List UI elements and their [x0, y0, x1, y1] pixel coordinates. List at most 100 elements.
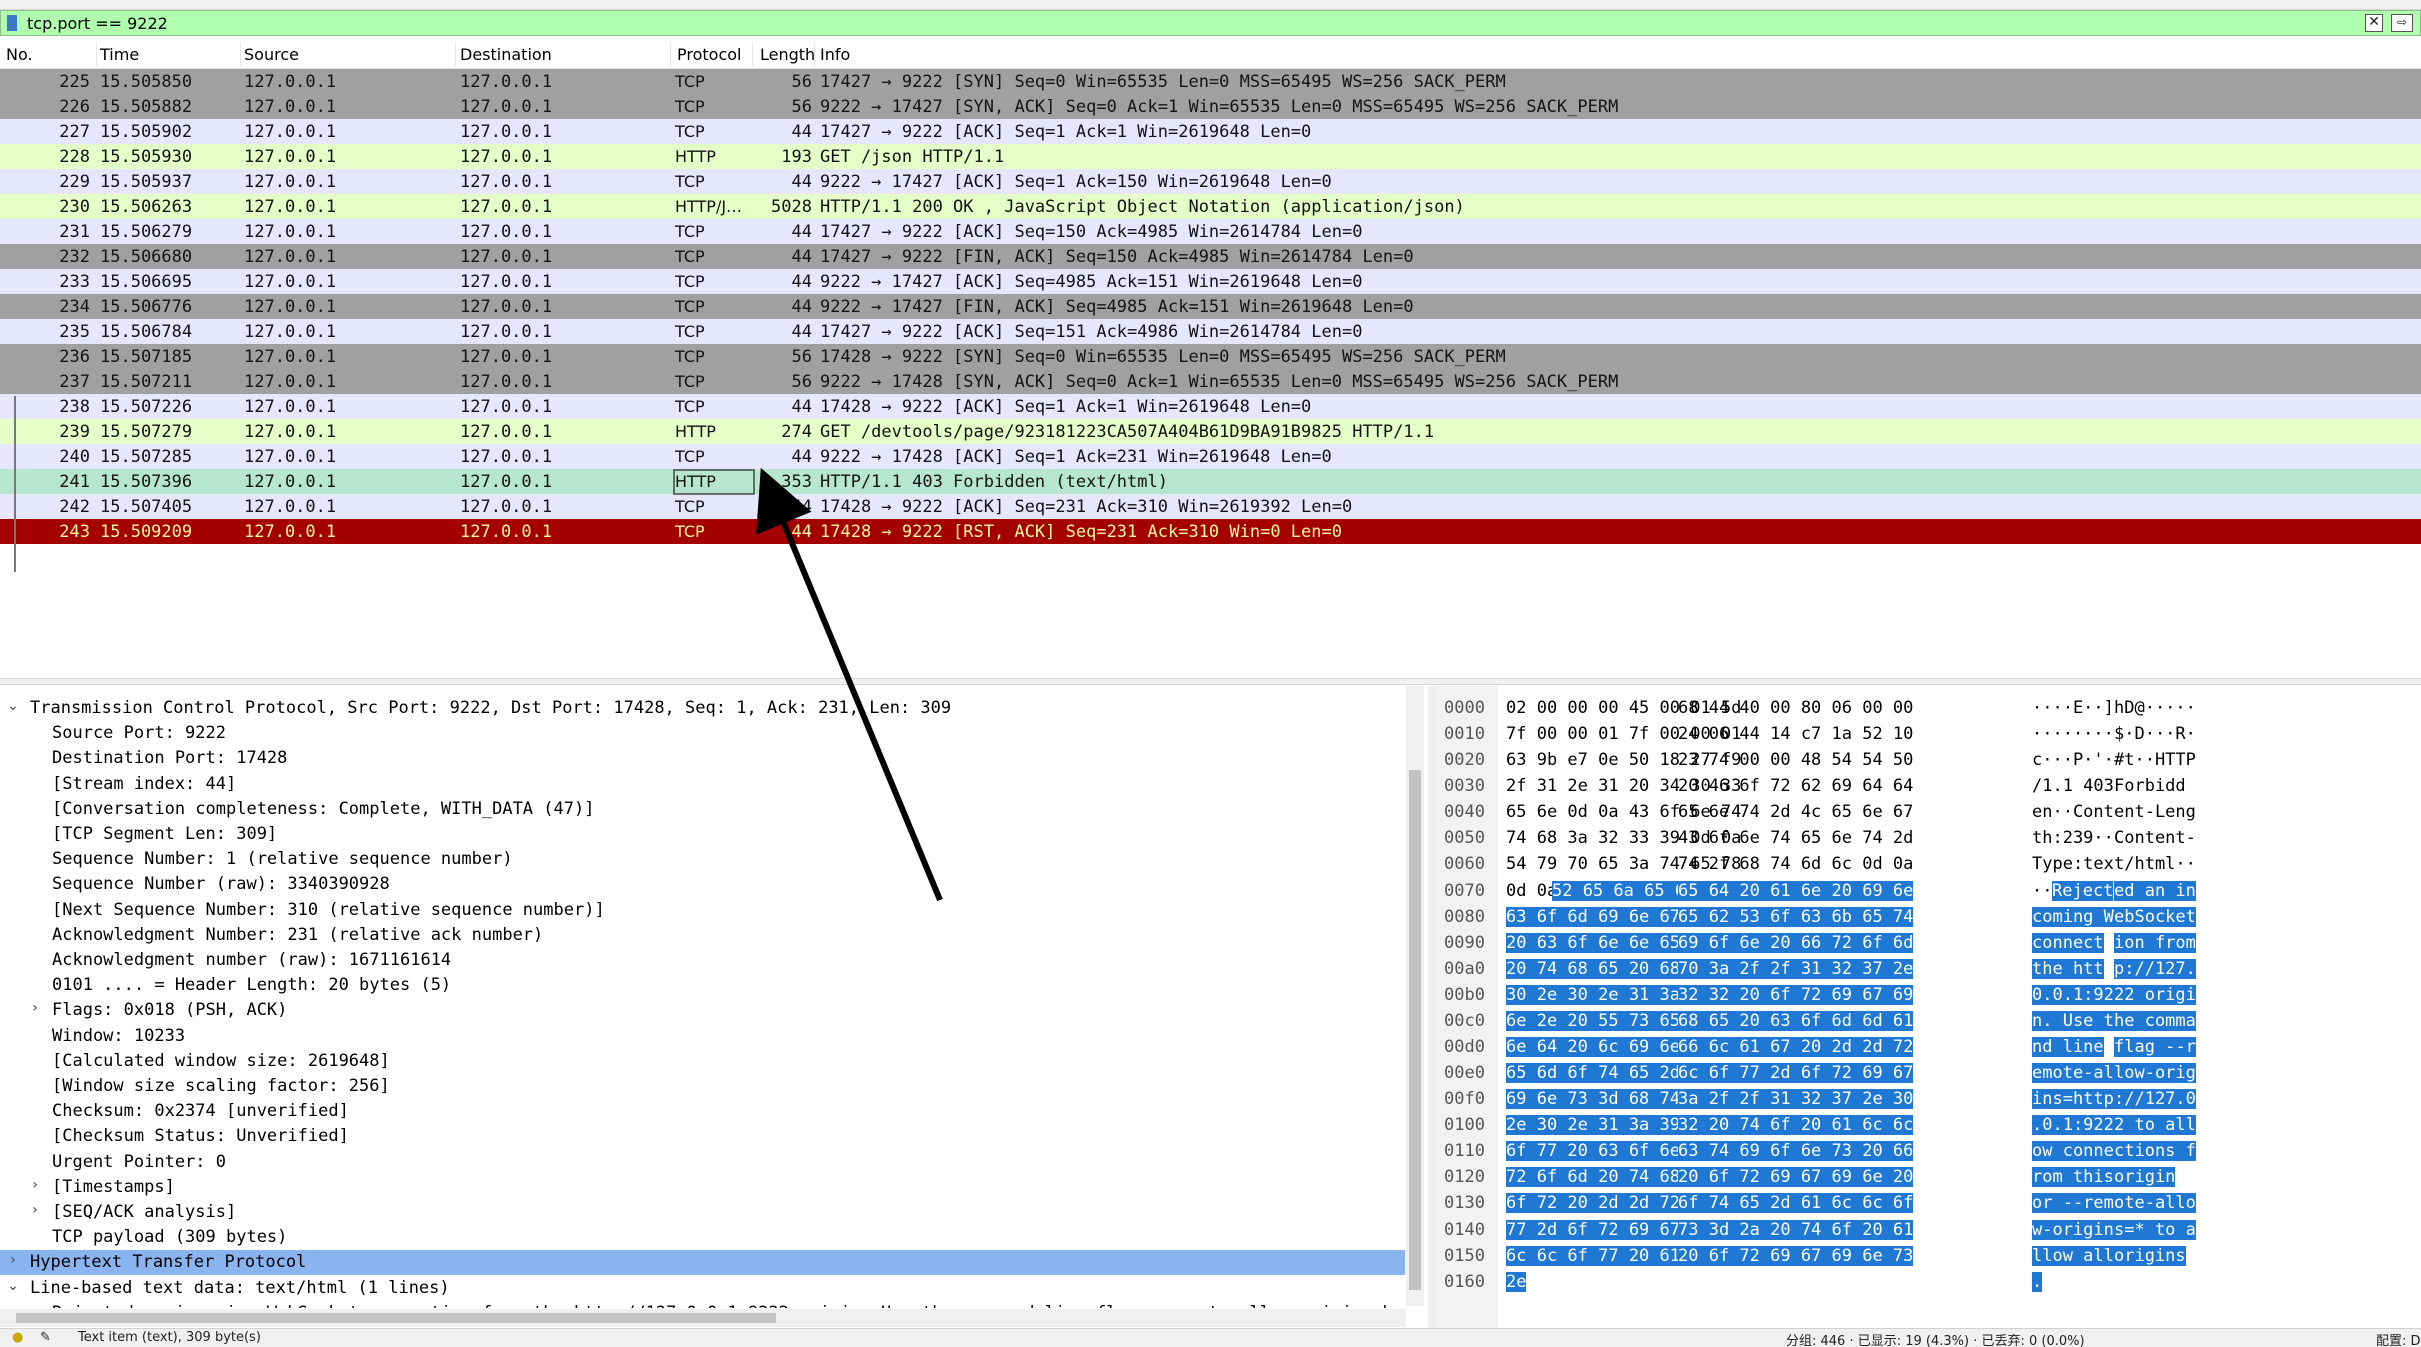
packet-row-225[interactable]: 225 15.505850 127.0.0.1 127.0.0.1 TCP 56 17427…	[0, 69, 2421, 94]
bytes-off: 00f0	[1444, 1089, 1485, 1110]
packet-row-231[interactable]: 231 15.506279 127.0.0.1 127.0.0.1 TCP 44 17427…	[0, 219, 2421, 244]
bytes-row[interactable]: 0020 63 9b e7 0e 50 18 27 f9 23 74 00 00 4…	[1436, 748, 2421, 774]
details-tree-item[interactable]: [Conversation completeness: Complete, WI…	[0, 797, 1405, 822]
packet-row-238[interactable]: 238 15.507226 127.0.0.1 127.0.0.1 TCP 44 17428…	[0, 394, 2421, 419]
details-tree-item[interactable]: Sequence Number (raw): 3340390928	[0, 872, 1405, 897]
bytes-row[interactable]: 0070 0d 0a 52 65 6a 65 63 74 65 64 20 61 6…	[1436, 879, 2421, 905]
bytes-row[interactable]: 0000 02 00 00 00 45 00 01 5d 68 44 40 00 8…	[1436, 696, 2421, 722]
details-vertical-scroll-thumb[interactable]	[1409, 770, 1421, 1290]
packet-row-236[interactable]: 236 15.507185 127.0.0.1 127.0.0.1 TCP 56 17428…	[0, 344, 2421, 369]
bytes-row[interactable]: 0160 2e.	[1436, 1270, 2421, 1296]
column-header-protocol[interactable]: Protocol	[677, 45, 741, 64]
chevron-right-icon[interactable]: ›	[28, 1202, 42, 1218]
column-header-destination[interactable]: Destination	[460, 45, 552, 64]
bytes-row[interactable]: 0150 6c 6c 6f 77 20 61 6c 6c 20 6f 72 69 6…	[1436, 1244, 2421, 1270]
details-tree-item[interactable]: ⌄ Transmission Control Protocol, Src Port…	[0, 696, 1405, 721]
clear-icon[interactable]: ✕	[2365, 14, 2383, 32]
details-tree-item[interactable]: [Window size scaling factor: 256]	[0, 1074, 1405, 1099]
bytes-row[interactable]: 0040 65 6e 0d 0a 43 6f 6e 74 65 6e 74 2d 4…	[1436, 800, 2421, 826]
chevron-right-icon[interactable]: ›	[28, 1177, 42, 1193]
bytes-row[interactable]: 00a0 20 74 68 65 20 68 74 74 70 3a 2f 2f 3…	[1436, 957, 2421, 983]
packet-row-240[interactable]: 240 15.507285 127.0.0.1 127.0.0.1 TCP 44 9222 …	[0, 444, 2421, 469]
bytes-row[interactable]: 0090 20 63 6f 6e 6e 65 63 74 69 6f 6e 20 6…	[1436, 931, 2421, 957]
bytes-row[interactable]: 0030 2f 31 2e 31 20 34 30 33 20 46 6f 72 6…	[1436, 774, 2421, 800]
details-tree-item[interactable]: Destination Port: 17428	[0, 746, 1405, 771]
packet-row-227[interactable]: 227 15.505902 127.0.0.1 127.0.0.1 TCP 44 17427…	[0, 119, 2421, 144]
details-tree-item[interactable]: ⌄ Line-based text data: text/html (1 line…	[0, 1276, 1405, 1301]
packet-row-241[interactable]: 241 15.507396 127.0.0.1 127.0.0.1 HTTP 353 HTT…	[0, 469, 2421, 494]
packet-cell-src: 127.0.0.1	[244, 147, 337, 167]
bytes-row[interactable]: 0120 72 6f 6d 20 74 68 69 73 20 6f 72 69 6…	[1436, 1165, 2421, 1191]
bytes-a2: ://127.0	[2114, 1089, 2196, 1110]
column-header-length[interactable]: Length	[760, 45, 815, 64]
details-tree-item[interactable]: TCP payload (309 bytes)	[0, 1225, 1405, 1250]
status-indicator-icon[interactable]: ●	[12, 1330, 23, 1345]
bytes-row[interactable]: 00b0 30 2e 30 2e 31 3a 39 32 32 32 20 6f 7…	[1436, 983, 2421, 1009]
details-tree-item[interactable]: [Stream index: 44]	[0, 772, 1405, 797]
bytes-row[interactable]: 0010 7f 00 00 01 7f 00 00 01 24 06 44 14 c…	[1436, 722, 2421, 748]
bytes-row[interactable]: 0110 6f 77 20 63 6f 6e 6e 65 63 74 69 6f 6…	[1436, 1139, 2421, 1165]
bytes-row[interactable]: 00d0 6e 64 20 6c 69 6e 65 20 66 6c 61 67 2…	[1436, 1035, 2421, 1061]
details-tree-item[interactable]: [TCP Segment Len: 309]	[0, 822, 1405, 847]
dropdown-arrow-icon[interactable]: ⇨	[2391, 14, 2413, 32]
packet-row-226[interactable]: 226 15.505882 127.0.0.1 127.0.0.1 TCP 56 9222 …	[0, 94, 2421, 119]
bytes-row[interactable]: 0100 2e 30 2e 31 3a 39 32 32 32 20 74 6f 2…	[1436, 1113, 2421, 1139]
packet-cell-no: 235	[59, 322, 90, 342]
details-tree-item[interactable]: › [Timestamps]	[0, 1175, 1405, 1200]
bytes-row[interactable]: 0080 63 6f 6d 69 6e 67 20 57 65 62 53 6f 6…	[1436, 905, 2421, 931]
details-tree-item[interactable]: [Calculated window size: 2619648]	[0, 1049, 1405, 1074]
details-tree-item[interactable]: Acknowledgment number (raw): 1671161614	[0, 948, 1405, 973]
bytes-row[interactable]: 00f0 69 6e 73 3d 68 74 74 70 3a 2f 2f 31 3…	[1436, 1087, 2421, 1113]
packet-row-233[interactable]: 233 15.506695 127.0.0.1 127.0.0.1 TCP 44 9222 …	[0, 269, 2421, 294]
column-header-source[interactable]: Source	[244, 45, 299, 64]
display-filter-input[interactable]	[27, 12, 2327, 34]
packet-row-229[interactable]: 229 15.505937 127.0.0.1 127.0.0.1 TCP 44 9222 …	[0, 169, 2421, 194]
pane-splitter-vertical[interactable]	[1428, 686, 1436, 1328]
details-tree-item[interactable]: Source Port: 9222	[0, 721, 1405, 746]
profile-label[interactable]: 配置: Default	[2376, 1330, 2421, 1347]
packet-cell-info: 17427 → 9222 [ACK] Seq=151 Ack=4986 Win=…	[820, 322, 1363, 342]
packet-row-239[interactable]: 239 15.507279 127.0.0.1 127.0.0.1 HTTP 274 GET…	[0, 419, 2421, 444]
bytes-row[interactable]: 00c0 6e 2e 20 55 73 65 20 74 68 65 20 63 6…	[1436, 1009, 2421, 1035]
packet-cell-time: 15.506784	[100, 322, 193, 342]
edit-icon[interactable]: ✎	[40, 1330, 51, 1345]
bytes-row[interactable]: 00e0 65 6d 6f 74 65 2d 61 6c 6c 6f 77 2d 6…	[1436, 1061, 2421, 1087]
bytes-row[interactable]: 0140 77 2d 6f 72 69 67 69 6e 73 3d 2a 20 7…	[1436, 1218, 2421, 1244]
column-header-info[interactable]: Info	[820, 45, 850, 64]
bytes-row[interactable]: 0060 54 79 70 65 3a 74 65 78 74 2f 68 74 6…	[1436, 852, 2421, 878]
details-horizontal-scroll-thumb[interactable]	[16, 1313, 776, 1323]
bytes-row[interactable]: 0050 74 68 3a 32 33 39 0d 0a 43 6f 6e 74 6…	[1436, 826, 2421, 852]
details-tree-item[interactable]: Checksum: 0x2374 [unverified]	[0, 1099, 1405, 1124]
details-tree-item[interactable]: › Flags: 0x018 (PSH, ACK)	[0, 998, 1405, 1023]
packet-row-232[interactable]: 232 15.506680 127.0.0.1 127.0.0.1 TCP 44 17427…	[0, 244, 2421, 269]
column-header-no[interactable]: No.	[6, 45, 33, 64]
packet-row-243[interactable]: 243 15.509209 127.0.0.1 127.0.0.1 TCP 44 17428…	[0, 519, 2421, 544]
details-tree-item[interactable]: [Next Sequence Number: 310 (relative seq…	[0, 898, 1405, 923]
details-tree-item[interactable]: Acknowledgment Number: 231 (relative ack…	[0, 923, 1405, 948]
bookmark-icon[interactable]	[7, 15, 17, 31]
packet-row-242[interactable]: 242 15.507405 127.0.0.1 127.0.0.1 TCP 44 17428…	[0, 494, 2421, 519]
chevron-down-icon[interactable]: ⌄	[6, 698, 20, 714]
packet-cell-time: 15.506776	[100, 297, 193, 317]
details-tree-item[interactable]: Window: 10233	[0, 1024, 1405, 1049]
details-tree-item[interactable]: [Checksum Status: Unverified]	[0, 1124, 1405, 1149]
chevron-down-icon[interactable]: ⌄	[6, 1278, 20, 1294]
bytes-row[interactable]: 0130 6f 72 20 2d 2d 72 65 6d 6f 74 65 2d 6…	[1436, 1191, 2421, 1217]
details-tree-item[interactable]: 0101 .... = Header Length: 20 bytes (5)	[0, 973, 1405, 998]
chevron-right-icon[interactable]: ›	[28, 1000, 42, 1016]
packet-row-230[interactable]: 230 15.506263 127.0.0.1 127.0.0.1 HTTP/J… 502…	[0, 194, 2421, 219]
details-tree-item[interactable]: Sequence Number: 1 (relative sequence nu…	[0, 847, 1405, 872]
pane-splitter[interactable]	[0, 678, 2421, 685]
packet-row-234[interactable]: 234 15.506776 127.0.0.1 127.0.0.1 TCP 44 9222 …	[0, 294, 2421, 319]
details-tree-item[interactable]: Rejected an incoming WebSocket connectio…	[0, 1301, 1405, 1308]
details-tree-item[interactable]: Urgent Pointer: 0	[0, 1150, 1405, 1175]
details-tree-item[interactable]: › Hypertext Transfer Protocol	[0, 1250, 1405, 1276]
packet-row-228[interactable]: 228 15.505930 127.0.0.1 127.0.0.1 HTTP 193 GET…	[0, 144, 2421, 169]
details-tree-item[interactable]: › [SEQ/ACK analysis]	[0, 1200, 1405, 1225]
packet-row-235[interactable]: 235 15.506784 127.0.0.1 127.0.0.1 TCP 44 17427…	[0, 319, 2421, 344]
chevron-right-icon[interactable]: ›	[6, 1252, 20, 1268]
column-header-time[interactable]: Time	[100, 45, 139, 64]
packet-cell-len: 44	[791, 222, 812, 242]
packet-row-237[interactable]: 237 15.507211 127.0.0.1 127.0.0.1 TCP 56 9222 …	[0, 369, 2421, 394]
packet-cell-no: 228	[59, 147, 90, 167]
